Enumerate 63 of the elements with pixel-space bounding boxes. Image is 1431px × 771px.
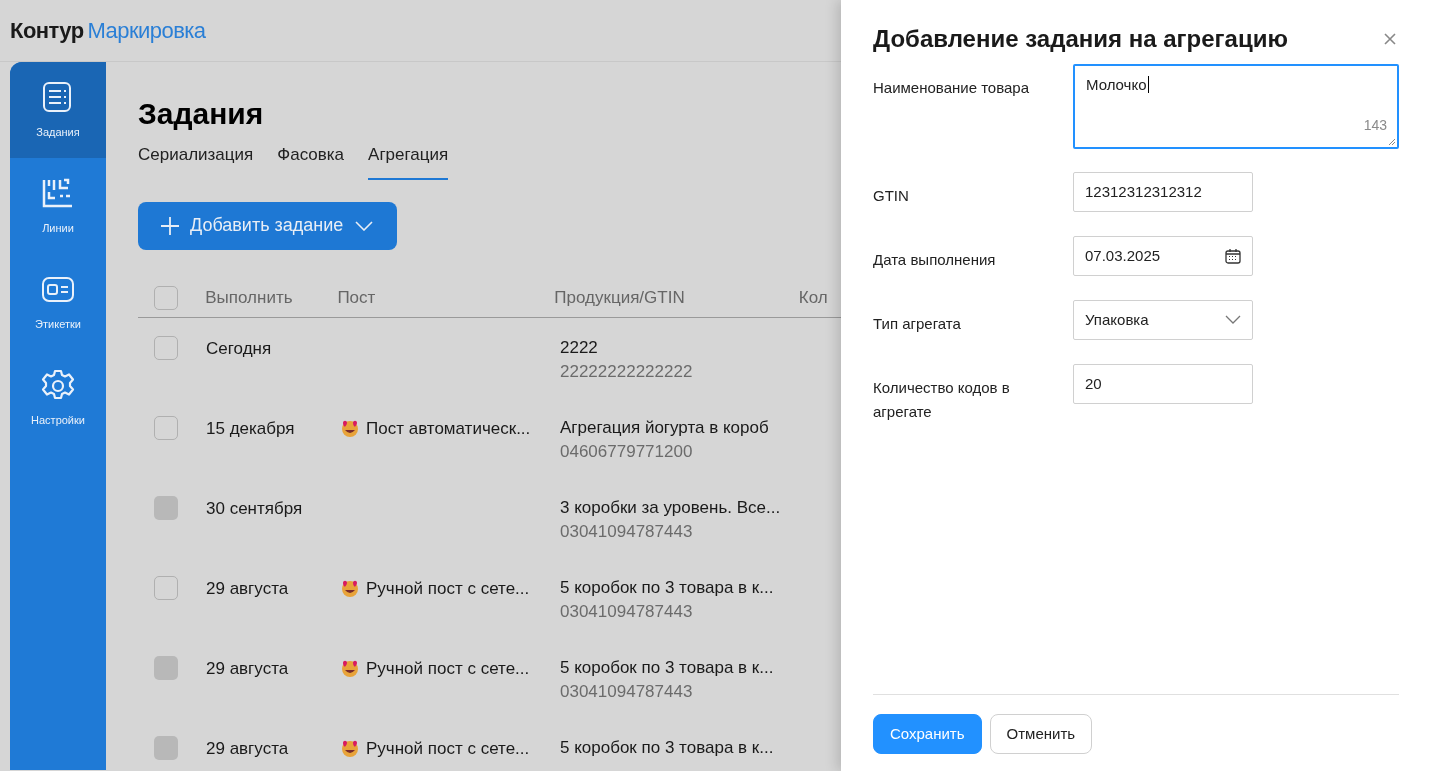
panel-title: Добавление задания на агрегацию	[873, 24, 1288, 54]
close-icon[interactable]	[1383, 32, 1397, 46]
resize-handle-icon[interactable]	[1388, 138, 1396, 146]
smiley-icon	[340, 418, 360, 439]
smiley-icon	[340, 578, 360, 599]
table-cell: 29 августа	[206, 578, 289, 598]
product-name: 3 коробки за уровень. Все...	[560, 496, 782, 519]
field-label: Тип агрегата	[873, 315, 961, 332]
caret-icon	[355, 220, 374, 231]
product-name: 5 коробок по 3 товара в к...	[560, 576, 775, 599]
gtin-text: 22222222222222	[560, 360, 694, 383]
checkbox[interactable]	[154, 415, 178, 440]
sidebar-item[interactable]: Линии	[10, 158, 106, 254]
table-cell: 29 августа	[206, 738, 289, 758]
input-field[interactable]: 12312312312312	[1073, 172, 1253, 212]
product-name: 2222	[560, 336, 599, 359]
gtin-text: 03041094787443	[560, 520, 694, 543]
smiley-icon	[340, 738, 360, 759]
gtin-text: 03041094787443	[560, 680, 694, 703]
checkbox[interactable]	[154, 286, 178, 310]
date-field[interactable]: 07.03.2025	[1073, 236, 1253, 276]
table-cell: Сегодня	[206, 338, 272, 358]
product-name: Агрегация йогурта в короб	[560, 416, 770, 439]
column-header: Выполнить	[205, 288, 293, 308]
table-cell-text: Ручной пост с сете...	[366, 657, 530, 680]
table-cell-text: Ручной пост с сете...	[366, 737, 530, 760]
checkbox[interactable]	[154, 575, 178, 600]
product-name: 5 коробок по 3 товара в к...	[560, 656, 775, 679]
column-header: Продукция/GTIN	[554, 288, 685, 308]
field-label: Дата выполнения	[873, 251, 996, 268]
calendar-icon	[1225, 248, 1241, 264]
sidebar-item[interactable]: Задания	[10, 62, 106, 158]
column-header: Пост	[337, 288, 376, 308]
product-name: 5 коробок по 3 товара в к...	[560, 736, 775, 759]
field-label: Наименование товара	[873, 79, 1030, 96]
table-cell: 29 августа	[206, 658, 289, 678]
column-header: Кол	[798, 288, 828, 308]
plus-icon	[160, 215, 180, 236]
gtin-text: 03041094787443	[560, 600, 694, 623]
table-cell-text: Ручной пост с сете...	[366, 577, 530, 600]
brand-logo-text: Контур	[10, 17, 84, 45]
brand-product-text: Маркировка	[87, 17, 206, 45]
caret-icon	[1225, 315, 1241, 325]
table-cell: 15 декабря	[206, 418, 295, 438]
text-area[interactable]: Молочко 143	[1073, 64, 1399, 149]
gtin-text: 04606779771200	[560, 440, 694, 463]
dropdown[interactable]: Упаковка	[1073, 300, 1253, 340]
input-field[interactable]: 20	[1073, 364, 1253, 404]
sidebar-item[interactable]: Этикетки	[10, 254, 106, 350]
add-task-button[interactable]: Добавить задание	[138, 201, 397, 250]
cancel-button[interactable]: Отменить	[989, 714, 1093, 754]
smiley-icon	[340, 658, 360, 679]
table-cell-text: Пост автоматическ...	[366, 417, 531, 440]
tab[interactable]: Агрегация	[368, 142, 449, 180]
table-cell: 30 сентября	[206, 498, 303, 518]
tab[interactable]: Сериализация	[138, 142, 254, 180]
field-label: GTIN	[873, 187, 909, 204]
sidebar-item[interactable]: Настройки	[10, 350, 106, 446]
checkbox[interactable]	[154, 335, 178, 360]
character-counter: 143	[1363, 116, 1387, 135]
page-title: Задания	[138, 96, 264, 132]
field-label: Количество кодов в агрегате	[873, 379, 1010, 420]
tab[interactable]: Фасовка	[277, 142, 345, 180]
